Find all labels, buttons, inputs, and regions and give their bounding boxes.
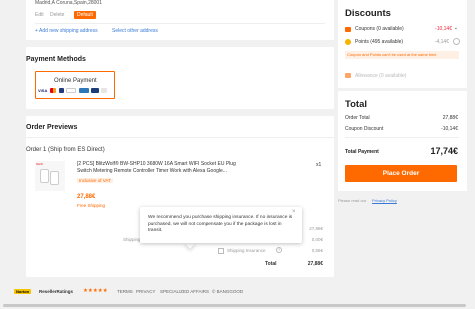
visa-icon: VISA bbox=[38, 88, 48, 94]
privacy-policy-link[interactable]: Privacy Policy bbox=[372, 198, 397, 203]
online-payment-option[interactable]: Online Payment VISA bbox=[35, 71, 115, 99]
add-address-link[interactable]: + Add new shipping address bbox=[35, 28, 98, 34]
privacy-prefix: Please read our bbox=[338, 198, 367, 203]
order-total-summary-label: Order Total bbox=[345, 115, 370, 121]
coupon-discount-value: -10,14€ bbox=[441, 126, 458, 132]
subtotal-value: 27,88€ bbox=[309, 226, 323, 231]
footer-link-specialized-affairs[interactable]: SPECIALIZED AFFAIRS bbox=[160, 289, 209, 294]
payment-methods-card: Payment Methods Online Payment VISA bbox=[26, 47, 334, 109]
product-title-line1[interactable]: [2 PCS] BlitzWolf® BW-SHP10 3680W 16A Sm… bbox=[77, 161, 236, 167]
chevron-down-icon[interactable]: ⌄ bbox=[454, 25, 458, 31]
card-brand-row: VISA bbox=[38, 88, 108, 94]
edit-address-link[interactable]: Edit bbox=[35, 12, 44, 18]
gpay-icon bbox=[66, 88, 77, 94]
divider bbox=[345, 137, 459, 138]
mastercard-icon bbox=[50, 88, 57, 94]
product-thumbnail[interactable]: NEW bbox=[35, 161, 65, 191]
points-toggle[interactable] bbox=[453, 38, 460, 45]
shipping-label: Shipping bbox=[123, 237, 141, 242]
order-label: Order 1 (Ship from ES Direct) bbox=[26, 147, 105, 153]
horizontal-scrollbar[interactable] bbox=[3, 304, 466, 307]
points-icon bbox=[345, 39, 351, 45]
product-title-line2[interactable]: Switch Metering Remote Controller Timer … bbox=[77, 168, 227, 174]
order-total-summary-value: 27,88€ bbox=[442, 115, 458, 121]
rating-stars: ★★★★★ bbox=[83, 288, 108, 294]
default-badge: Default bbox=[74, 11, 96, 19]
order-total-label: Total bbox=[265, 261, 277, 267]
points-value: -4,14€ bbox=[434, 39, 449, 45]
total-title: Total bbox=[345, 99, 367, 110]
product-qty: x1 bbox=[316, 162, 322, 168]
allowance-label: Allowance (0 available) bbox=[355, 73, 407, 79]
discounts-title: Discounts bbox=[345, 8, 391, 19]
divider bbox=[35, 23, 325, 24]
total-card: Total Order Total 27,88€ Coupon Discount… bbox=[338, 91, 467, 191]
discount-warning: Coupon and Points can't be used at the s… bbox=[345, 51, 459, 59]
paypal-icon bbox=[58, 88, 64, 94]
help-icon[interactable]: ? bbox=[276, 247, 282, 253]
footer-link-privacy[interactable]: PRIVACY bbox=[136, 289, 155, 294]
points-label[interactable]: Points (495 available) bbox=[355, 39, 403, 45]
amex-icon bbox=[78, 88, 89, 94]
bank-card-icon bbox=[90, 88, 99, 94]
coupons-value: -10,14€ bbox=[435, 26, 452, 32]
tooltip-text: We recommend you purchase shipping insur… bbox=[148, 215, 293, 233]
norton-logo: Norton bbox=[14, 289, 32, 294]
payment-methods-title: Payment Methods bbox=[26, 56, 86, 63]
select-other-address-link[interactable]: Select other address bbox=[112, 28, 158, 34]
total-payment-label: Total Payment bbox=[345, 149, 379, 155]
generic-card-icon bbox=[101, 88, 108, 94]
footer-link-terms[interactable]: TERMS bbox=[117, 289, 133, 294]
order-total-value: 27,88€ bbox=[307, 261, 323, 267]
socket-image bbox=[50, 171, 59, 185]
address-line: Madrid,A Coruna,Spain,28001 bbox=[35, 0, 102, 6]
online-payment-label: Online Payment bbox=[54, 78, 97, 84]
vat-tag: Inclusive of VAT bbox=[77, 178, 113, 183]
new-badge: NEW bbox=[36, 162, 43, 166]
order-previews-title: Order Previews bbox=[26, 124, 78, 131]
order-previews-card: Order Previews Order 1 (Ship from ES Dir… bbox=[26, 116, 334, 277]
address-card: Madrid,A Coruna,Spain,28001 Edit Delete … bbox=[26, 0, 334, 40]
shipping-insurance-checkbox[interactable] bbox=[218, 248, 224, 254]
divider bbox=[26, 137, 334, 138]
shipping-insurance-value: 0,56€ bbox=[311, 248, 323, 253]
coupon-icon bbox=[345, 27, 351, 32]
socket-image bbox=[40, 169, 49, 183]
copyright: © BANGGOOD bbox=[212, 289, 244, 294]
shipping-insurance-label[interactable]: Shipping Insurance bbox=[227, 248, 266, 253]
free-shipping-label: Free Shipping bbox=[77, 203, 106, 208]
allowance-icon bbox=[345, 73, 351, 78]
shipping-insurance-tooltip: × We recommend you purchase shipping ins… bbox=[140, 207, 302, 243]
discounts-card: Discounts Coupons (0 available) -10,14€ … bbox=[338, 0, 467, 88]
reseller-ratings-logo: ResellerRatings bbox=[39, 289, 74, 294]
place-order-button[interactable]: Place Order bbox=[345, 165, 457, 182]
coupon-discount-label: Coupon Discount bbox=[345, 126, 384, 132]
delete-address-link[interactable]: Delete bbox=[50, 12, 64, 18]
shipping-value: 0,00€ bbox=[311, 237, 323, 242]
coupons-label[interactable]: Coupons (0 available) bbox=[355, 26, 404, 32]
total-payment-value: 17,74€ bbox=[430, 146, 458, 156]
product-price: 27,88€ bbox=[77, 194, 96, 200]
